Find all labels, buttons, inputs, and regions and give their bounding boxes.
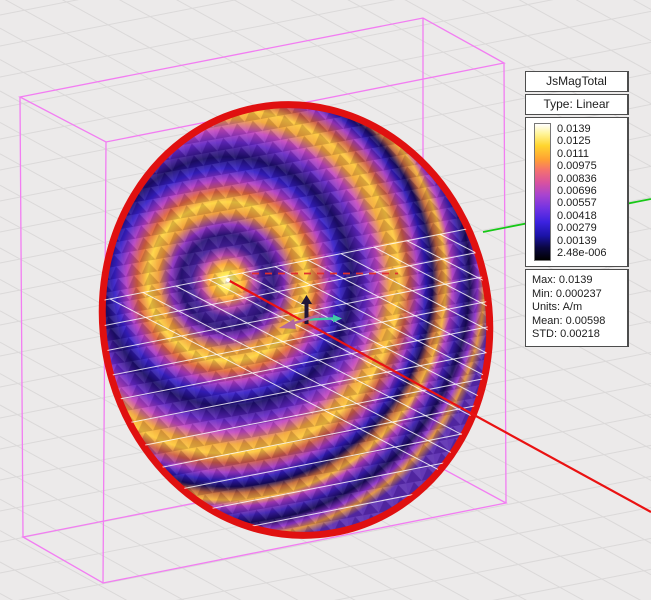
y-axis-arrow: [309, 319, 333, 320]
scale-value: 2.48e-006: [557, 247, 607, 259]
feed-point-dot: [226, 278, 230, 282]
scale-value: 0.0125: [557, 135, 607, 147]
scale-value: 0.00557: [557, 197, 607, 209]
scale-value: 0.00418: [557, 210, 607, 222]
colorbar-values: 0.0139 0.0125 0.0111 0.00975 0.00836 0.0…: [557, 123, 607, 261]
stat-units: Units: A/m: [532, 301, 627, 315]
legend-title: JsMagTotal: [525, 71, 629, 92]
scale-value: 0.00279: [557, 222, 607, 234]
scale-value: 0.0111: [557, 148, 607, 160]
stat-max: Max: 0.0139: [532, 274, 627, 288]
scale-value: 0.00139: [557, 235, 607, 247]
dish-facet-texture: [72, 77, 520, 563]
scale-value: 0.00975: [557, 160, 607, 172]
legend-scale-type: Type: Linear: [525, 94, 629, 115]
scale-value: 0.0139: [557, 123, 607, 135]
legend-colorbar-section: 0.0139 0.0125 0.0111 0.00975 0.00836 0.0…: [525, 117, 629, 267]
stat-std: STD: 0.00218: [532, 328, 627, 342]
stat-mean: Mean: 0.00598: [532, 315, 627, 329]
legend-stats: Max: 0.0139 Min: 0.000237 Units: A/m Mea…: [525, 269, 629, 347]
colorbar: [534, 123, 551, 261]
stat-min: Min: 0.000237: [532, 288, 627, 302]
3d-modeler-viewport[interactable]: JsMagTotal Type: Linear 0.0139 0.0125 0.…: [0, 0, 651, 600]
field-plot-legend[interactable]: JsMagTotal Type: Linear 0.0139 0.0125 0.…: [525, 71, 629, 349]
scale-value: 0.00836: [557, 173, 607, 185]
scale-value: 0.00696: [557, 185, 607, 197]
